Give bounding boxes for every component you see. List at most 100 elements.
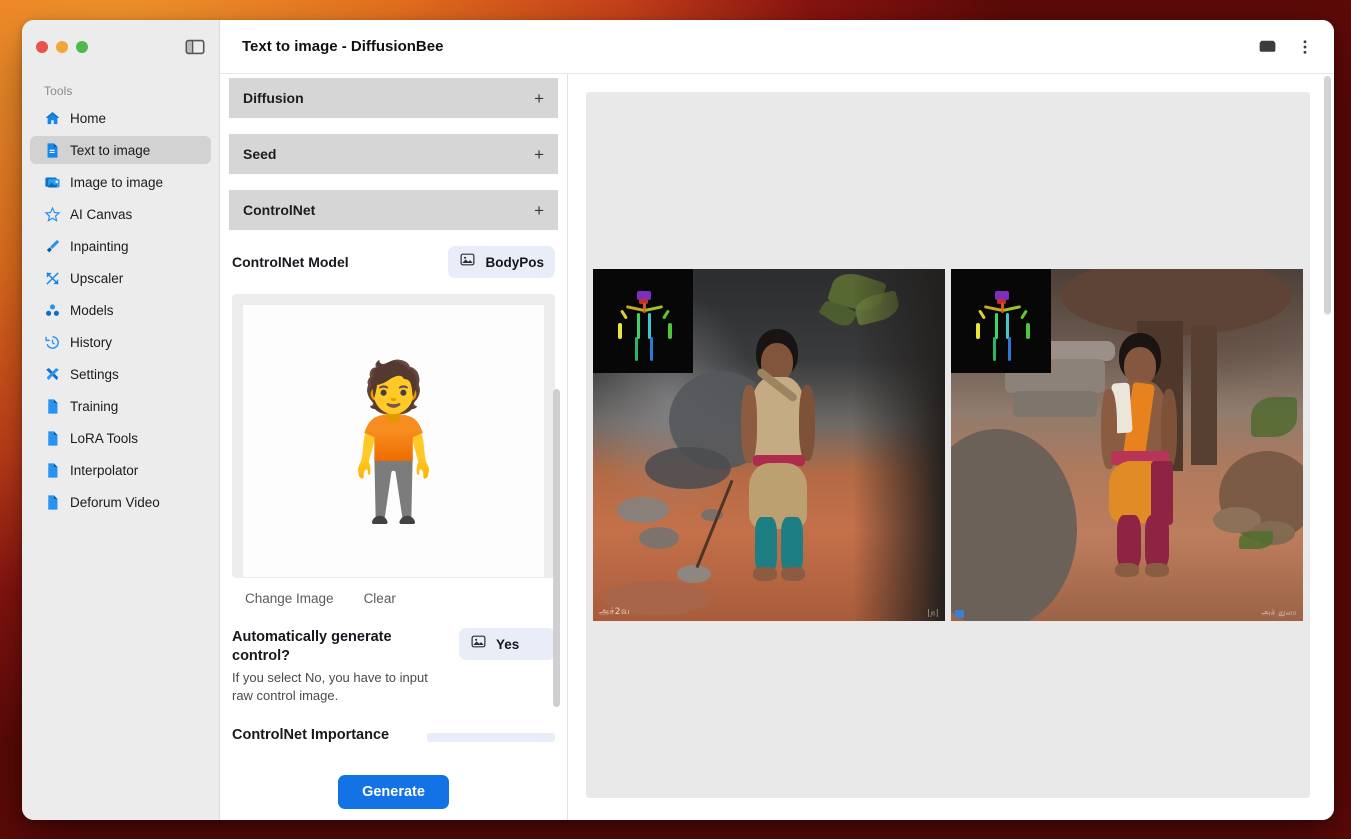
photos-icon <box>44 174 61 191</box>
home-icon <box>44 110 61 127</box>
tools-wrench-icon <box>44 366 61 383</box>
file-icon <box>44 430 61 447</box>
file-icon <box>44 462 61 479</box>
controlnet-model-select[interactable]: BodyPos <box>448 246 555 278</box>
section-header-controlnet[interactable]: ControlNet + <box>229 190 558 230</box>
sidebar-item-text-to-image[interactable]: Text to image <box>30 136 211 164</box>
file-icon <box>44 494 61 511</box>
controlnet-importance-select-clipped[interactable] <box>427 733 555 742</box>
section-title: Seed <box>243 146 276 162</box>
expand-plus-icon[interactable]: + <box>534 90 544 107</box>
expand-plus-icon[interactable]: + <box>534 202 544 219</box>
auto-generate-control-block: Automatically generate control? If you s… <box>232 606 555 706</box>
window-scrollbar-thumb[interactable] <box>1324 76 1331 314</box>
paintbrush-icon <box>44 238 61 255</box>
control-image-preview: 🧍 <box>242 304 545 578</box>
image-placeholder-icon <box>470 633 487 655</box>
clear-image-button[interactable]: Clear <box>364 591 396 606</box>
sidebar-item-settings[interactable]: Settings <box>30 360 211 388</box>
change-image-button[interactable]: Change Image <box>245 591 334 606</box>
three-dots-vertical-icon[interactable] <box>1294 36 1316 58</box>
auto-generate-title: Automatically generate control? <box>232 628 427 666</box>
generated-image-2[interactable]: அச் துலா <box>951 269 1303 621</box>
sidebar: Tools Home Text to image Image to image <box>22 20 220 820</box>
file-icon <box>44 398 61 415</box>
controlnet-model-value: BodyPos <box>485 255 544 270</box>
auto-generate-select[interactable]: Yes <box>459 628 555 660</box>
config-panel: Diffusion + Seed + ControlNet + <box>220 74 568 820</box>
openpose-skeleton-thumbnail-1 <box>593 269 693 373</box>
controlnet-model-row: ControlNet Model BodyPos <box>232 246 555 278</box>
page-title: Text to image - DiffusionBee <box>220 38 1256 55</box>
sidebar-item-label: Upscaler <box>70 271 123 286</box>
sidebar-item-label: Interpolator <box>70 463 138 478</box>
expand-plus-icon[interactable]: + <box>534 146 544 163</box>
sidebar-item-label: Training <box>70 399 118 414</box>
results-canvas: அச்2வ |ந| <box>586 92 1310 798</box>
generate-footer: Generate <box>220 764 567 820</box>
star-icon <box>44 206 61 223</box>
controlnet-body: ControlNet Model BodyPos 🧍 <box>220 246 567 745</box>
sidebar-item-ai-canvas[interactable]: AI Canvas <box>30 200 211 228</box>
sidebar-item-upscaler[interactable]: Upscaler <box>30 264 211 292</box>
auto-generate-description: If you select No, you have to input raw … <box>232 669 432 705</box>
title-bar-actions <box>1256 36 1316 58</box>
sidebar-toggle-icon[interactable] <box>184 36 206 58</box>
close-button[interactable] <box>36 41 48 53</box>
content-split: Diffusion + Seed + ControlNet + <box>220 74 1334 820</box>
control-image-actions: Change Image Clear <box>232 578 555 606</box>
sidebar-item-history[interactable]: History <box>30 328 211 356</box>
openpose-skeleton-thumbnail-2 <box>951 269 1051 373</box>
expand-arrows-icon <box>44 270 61 287</box>
control-image-dropzone[interactable]: 🧍 <box>232 294 555 578</box>
image-watermark-right: அச் துலா <box>1261 608 1297 618</box>
config-scroll-area[interactable]: Diffusion + Seed + ControlNet + <box>220 74 567 764</box>
config-scrollbar-thumb[interactable] <box>553 389 560 707</box>
section-header-seed[interactable]: Seed + <box>229 134 558 174</box>
sidebar-item-label: Image to image <box>70 175 163 190</box>
sidebar-item-image-to-image[interactable]: Image to image <box>30 168 211 196</box>
app-window: Tools Home Text to image Image to image <box>22 20 1334 820</box>
section-title: ControlNet <box>243 202 315 218</box>
clock-rewind-icon <box>44 334 61 351</box>
image-placeholder-icon <box>459 251 476 273</box>
title-bar: Text to image - DiffusionBee <box>220 20 1334 74</box>
sidebar-item-label: Deforum Video <box>70 495 160 510</box>
main-area: Text to image - DiffusionBee Diffusion <box>220 20 1334 820</box>
sidebar-section-label: Tools <box>22 74 219 104</box>
preview-pane: அச்2வ |ந| <box>568 74 1334 820</box>
section-header-diffusion[interactable]: Diffusion + <box>229 78 558 118</box>
sidebar-item-label: History <box>70 335 112 350</box>
config-scrollbar[interactable] <box>553 389 560 709</box>
cubes-icon <box>44 302 61 319</box>
sidebar-item-training[interactable]: Training <box>30 392 211 420</box>
sidebar-item-label: Home <box>70 111 106 126</box>
sidebar-item-models[interactable]: Models <box>30 296 211 324</box>
minimize-button[interactable] <box>56 41 68 53</box>
controlnet-importance-block: ControlNet Importance <box>232 706 555 745</box>
sidebar-item-interpolator[interactable]: Interpolator <box>30 456 211 484</box>
image-watermark-left: அச்2வ <box>599 607 630 618</box>
sidebar-item-label: AI Canvas <box>70 207 132 222</box>
sidebar-item-inpainting[interactable]: Inpainting <box>30 232 211 260</box>
sidebar-item-lora-tools[interactable]: LoRA Tools <box>30 424 211 452</box>
standing-person-emoji-icon: 🧍 <box>300 366 487 516</box>
document-text-icon <box>44 142 61 159</box>
sidebar-item-label: Inpainting <box>70 239 129 254</box>
inbox-tray-icon[interactable] <box>1256 36 1278 58</box>
section-title: Diffusion <box>243 90 304 106</box>
generate-button[interactable]: Generate <box>338 775 449 809</box>
image-badge-chip <box>955 610 964 618</box>
sidebar-item-label: LoRA Tools <box>70 431 138 446</box>
zoom-button[interactable] <box>76 41 88 53</box>
sidebar-nav: Home Text to image Image to image AI Can… <box>22 104 219 520</box>
window-scrollbar[interactable] <box>1324 76 1331 316</box>
image-watermark-right: |ந| <box>927 608 939 618</box>
sidebar-item-deforum-video[interactable]: Deforum Video <box>30 488 211 516</box>
controlnet-importance-title: ControlNet Importance <box>232 726 389 745</box>
sidebar-item-home[interactable]: Home <box>30 104 211 132</box>
generated-image-1[interactable]: அச்2வ |ந| <box>593 269 945 621</box>
accordion-list: Diffusion + Seed + ControlNet + <box>229 78 558 230</box>
sidebar-item-label: Settings <box>70 367 119 382</box>
controlnet-model-label: ControlNet Model <box>232 254 349 270</box>
